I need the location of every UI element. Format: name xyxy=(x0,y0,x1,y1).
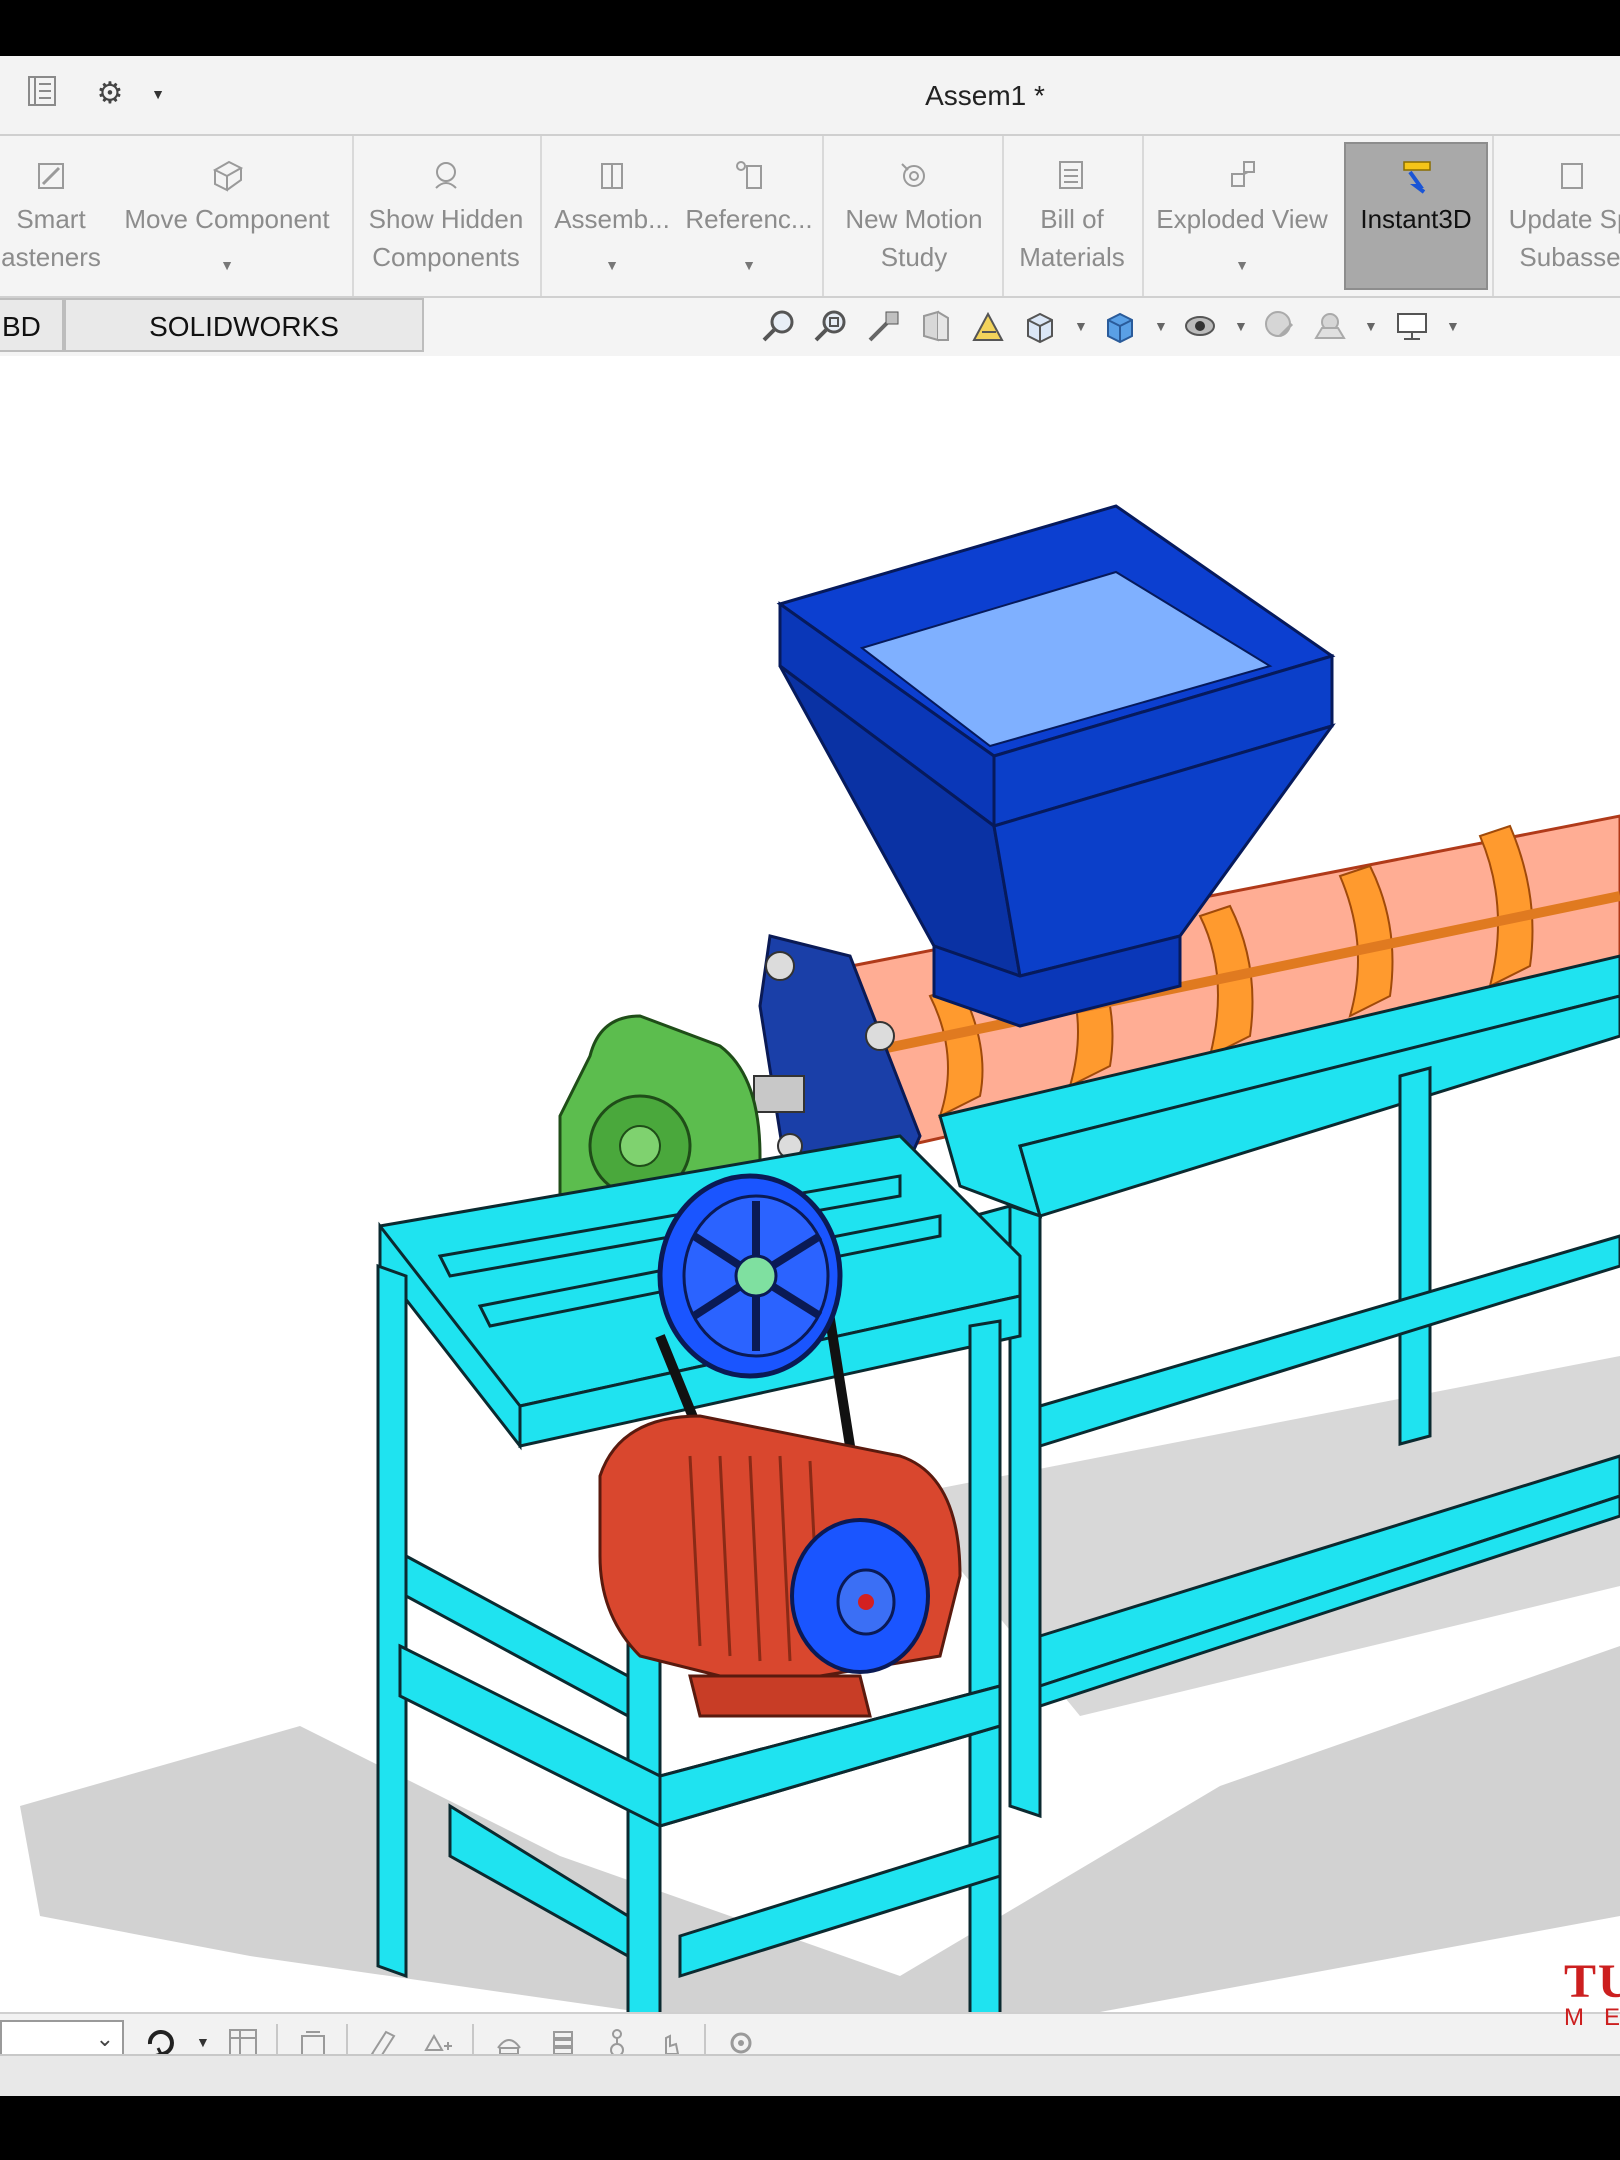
chevron-down-icon[interactable]: ▼ xyxy=(1154,318,1168,334)
view-orientation-icon[interactable] xyxy=(1020,306,1060,346)
screw-extruder-model xyxy=(20,504,1620,2096)
command-manager-ribbon: Smart asteners Move Component ▼ Show Hid… xyxy=(0,136,1620,298)
tab-mbd[interactable]: BD xyxy=(0,298,64,352)
motion-study-icon xyxy=(901,163,925,187)
instant3d-button[interactable]: Instant3D xyxy=(1344,142,1488,290)
ribbon-separator xyxy=(540,136,542,296)
ribbon-separator xyxy=(822,136,824,296)
edit-appearance-icon[interactable] xyxy=(1260,306,1300,346)
zoom-to-fit-icon[interactable] xyxy=(760,306,800,346)
driven-pulley-hub xyxy=(734,1254,778,1298)
chevron-down-icon[interactable]: ▼ xyxy=(1364,318,1378,334)
chevron-down-icon: ⌄ xyxy=(95,2026,114,2051)
bill-of-materials-button[interactable]: Bill of Materials xyxy=(1008,140,1136,290)
chevron-down-icon[interactable]: ▼ xyxy=(196,2034,210,2050)
smart-fasteners-icon xyxy=(38,163,64,189)
exploded-view-icon xyxy=(1231,161,1255,187)
dynamic-annotation-views-icon[interactable] xyxy=(968,306,1008,346)
status-bar xyxy=(0,2054,1620,2096)
motor-base xyxy=(688,1674,872,1718)
zoom-to-area-icon[interactable] xyxy=(812,306,852,346)
motor-shaft xyxy=(858,1594,874,1610)
instant3d-icon xyxy=(1403,161,1431,194)
ribbon-separator xyxy=(352,136,354,296)
ribbon-separator xyxy=(1002,136,1004,296)
chevron-down-icon[interactable]: ▼ xyxy=(1234,318,1248,334)
window-title: Assem1 * xyxy=(925,80,1045,111)
chevron-down-icon[interactable]: ▼ xyxy=(1235,246,1249,284)
move-component-label: Move Component xyxy=(124,204,330,234)
chevron-down-icon[interactable]: ▼ xyxy=(742,246,756,284)
update-speedpak-label: Update Sp Subasse xyxy=(1508,204,1620,272)
title-bar: ⚙ ▼ Assem1 * xyxy=(0,56,1620,136)
chevron-down-icon[interactable]: ▼ xyxy=(1074,318,1088,334)
smart-fasteners-button[interactable]: Smart asteners xyxy=(0,140,102,290)
assembly-features-label: Assemb... xyxy=(554,204,670,234)
new-motion-study-button[interactable]: New Motion Study xyxy=(830,140,998,290)
show-hidden-components-button[interactable]: Show Hidden Components xyxy=(360,140,532,290)
ribbon-separator xyxy=(1142,136,1144,296)
hide-show-items-icon[interactable] xyxy=(1180,306,1220,346)
ribbon-separator xyxy=(1492,136,1494,296)
gearbox-hub xyxy=(619,1125,661,1167)
instant3d-label: Instant3D xyxy=(1360,204,1472,234)
apply-scene-icon[interactable] xyxy=(1310,306,1350,346)
graphics-area[interactable] xyxy=(0,356,1620,2096)
move-component-button[interactable]: Move Component ▼ xyxy=(110,140,344,290)
assembly-features-button[interactable]: Assemb... ▼ xyxy=(548,140,676,290)
exploded-view-button[interactable]: Exploded View ▼ xyxy=(1148,140,1336,290)
assembly-features-icon xyxy=(601,163,623,189)
bill-of-materials-label: Bill of Materials xyxy=(1019,204,1125,272)
tab-solidworks-visualize[interactable]: SOLIDWORKS Visualize xyxy=(64,298,424,396)
bom-icon xyxy=(1059,161,1083,189)
view-settings-monitor-icon[interactable] xyxy=(1392,306,1432,346)
move-component-icon xyxy=(212,160,244,192)
smart-fasteners-label: Smart asteners xyxy=(1,204,101,272)
reference-geometry-icon xyxy=(736,161,762,189)
reference-geometry-button[interactable]: Referenc... ▼ xyxy=(684,140,814,290)
command-tabs: BD SOLIDWORKS Visualize ▼ ▼ ▼ ▼ ▼ xyxy=(0,298,1620,396)
new-motion-study-label: New Motion Study xyxy=(845,204,983,272)
show-hidden-components-label: Show Hidden Components xyxy=(368,204,524,272)
previous-view-icon[interactable] xyxy=(864,306,904,346)
section-view-icon[interactable] xyxy=(916,306,956,346)
watermark-logo-text: TU xyxy=(1564,1955,1620,2008)
solidworks-window: ⚙ ▼ Assem1 * Smart asteners Move Compone… xyxy=(0,56,1620,2096)
chevron-down-icon[interactable]: ▼ xyxy=(605,246,619,284)
update-speedpak-button[interactable]: Update Sp Subasse xyxy=(1500,140,1620,290)
chevron-down-icon[interactable]: ▼ xyxy=(220,246,234,284)
show-hidden-icon xyxy=(435,162,457,189)
shaft-coupling xyxy=(753,1075,805,1113)
display-style-icon[interactable] xyxy=(1100,306,1140,346)
exploded-view-label: Exploded View xyxy=(1156,204,1328,234)
chevron-down-icon[interactable]: ▼ xyxy=(1446,318,1460,334)
watermark-subtext: ME xyxy=(1564,2004,1620,2031)
reference-geometry-label: Referenc... xyxy=(685,204,813,234)
update-subassembly-icon xyxy=(1561,163,1583,189)
